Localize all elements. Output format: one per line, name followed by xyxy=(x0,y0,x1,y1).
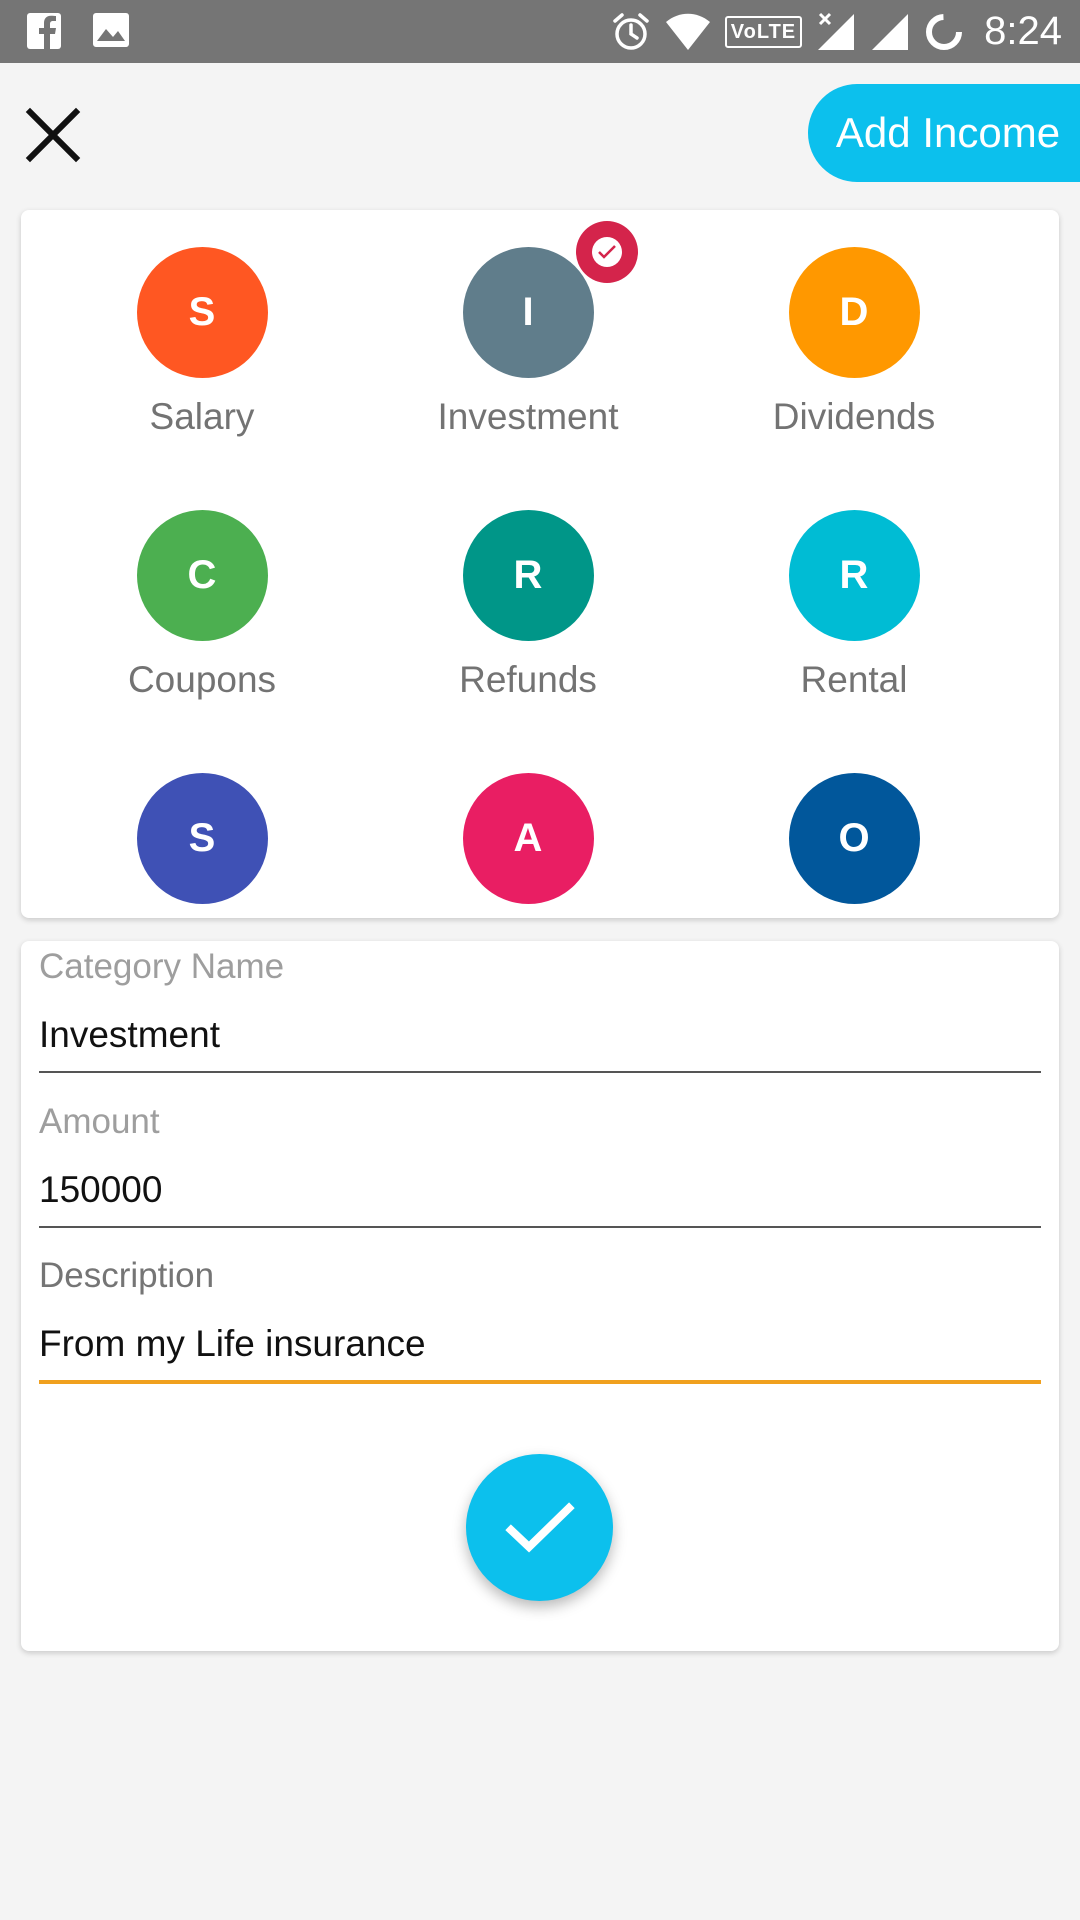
category-label: Rental xyxy=(800,659,908,700)
status-bar-system: VoLTE 8:24 xyxy=(611,0,1062,63)
category-item-investment[interactable]: I Investment xyxy=(378,221,678,438)
close-button[interactable] xyxy=(22,104,84,166)
category-avatar: I xyxy=(462,221,638,378)
category-label: Refunds xyxy=(459,659,597,700)
category-avatar: R xyxy=(788,510,920,641)
description-input[interactable] xyxy=(39,1318,1041,1370)
close-icon xyxy=(25,107,81,163)
category-item-unnamed-6[interactable]: S xyxy=(52,773,352,904)
category-name-input[interactable] xyxy=(39,1009,1041,1061)
alarm-icon xyxy=(613,12,649,50)
amount-input[interactable] xyxy=(39,1164,1041,1216)
description-field: Description xyxy=(39,1256,1041,1384)
category-item-rental[interactable]: R Rental xyxy=(704,510,1004,701)
signal-icon xyxy=(872,13,909,50)
status-time: 8:24 xyxy=(984,9,1062,53)
category-item-refunds[interactable]: R Refunds xyxy=(378,510,678,701)
category-item-unnamed-8[interactable]: O xyxy=(704,773,1004,904)
category-grid-card: S Salary I Investment D Dividends C Coupons R Ref… xyxy=(21,210,1059,918)
status-bar: VoLTE 8:24 xyxy=(0,0,1080,63)
category-avatar: D xyxy=(788,247,920,378)
amount-label: Amount xyxy=(39,1102,160,1141)
category-item-salary[interactable]: S Salary xyxy=(52,247,352,438)
description-underline xyxy=(39,1380,1041,1384)
category-avatar: C xyxy=(136,510,268,641)
facebook-icon xyxy=(27,13,61,49)
category-avatar: A xyxy=(462,773,594,904)
submit-button[interactable] xyxy=(466,1454,613,1601)
signal-no-sim-icon xyxy=(818,12,855,50)
category-item-coupons[interactable]: C Coupons xyxy=(52,510,352,701)
selected-check-icon xyxy=(575,221,638,283)
category-avatar: R xyxy=(462,510,594,641)
wifi-icon xyxy=(665,13,710,50)
add-income-button[interactable]: Add Income xyxy=(808,84,1080,182)
category-avatar: S xyxy=(136,247,268,378)
category-label: Dividends xyxy=(772,396,936,437)
amount-field: Amount xyxy=(39,1102,1041,1228)
description-label: Description xyxy=(39,1256,215,1295)
category-label: Investment xyxy=(437,396,619,437)
category-name-label: Category Name xyxy=(39,947,285,986)
status-bar-notifications xyxy=(26,12,130,50)
category-name-field: Category Name xyxy=(39,947,1041,1073)
income-form-card: Category Name Amount Description xyxy=(21,941,1059,1651)
category-label: Salary xyxy=(149,396,255,437)
category-name-underline xyxy=(39,1071,1041,1073)
category-label: Coupons xyxy=(127,659,277,700)
volte-icon: VoLTE xyxy=(724,15,803,48)
checkmark-icon xyxy=(504,1501,575,1553)
category-item-dividends[interactable]: D Dividends xyxy=(704,247,1004,438)
image-icon xyxy=(93,13,129,47)
category-item-unnamed-7[interactable]: A xyxy=(378,773,678,904)
battery-ring-icon xyxy=(926,13,963,50)
category-grid: S Salary I Investment D Dividends C Coupons R Ref… xyxy=(21,210,1059,918)
amount-underline xyxy=(39,1226,1041,1228)
category-avatar: S xyxy=(136,773,268,904)
category-avatar: O xyxy=(788,773,920,904)
